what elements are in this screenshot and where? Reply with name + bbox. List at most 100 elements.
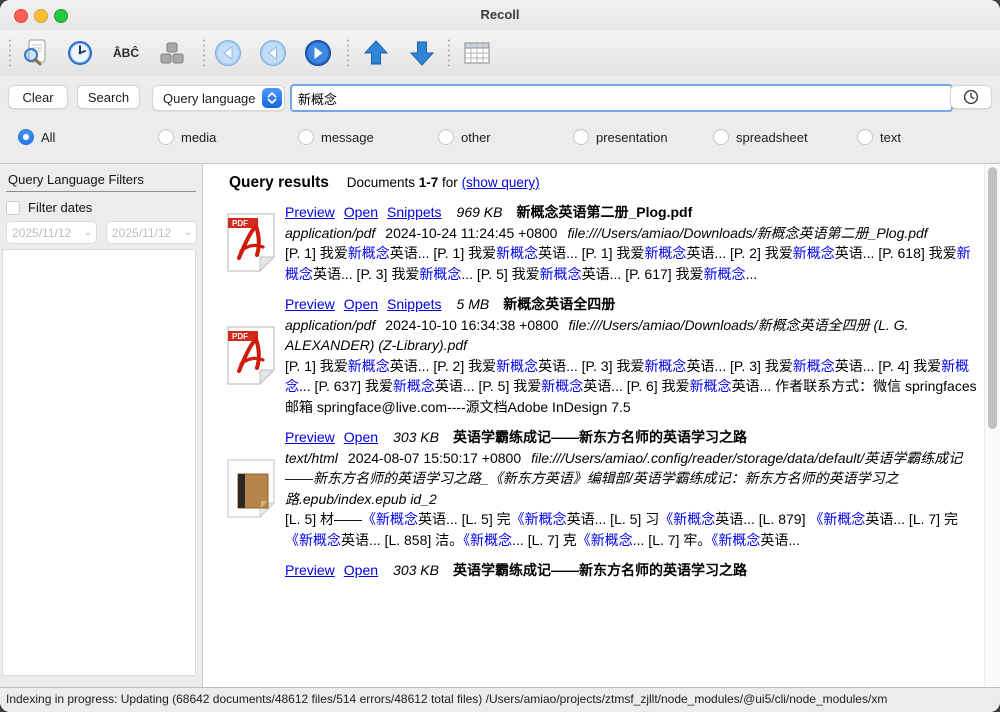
query-mode-select[interactable]: Query language bbox=[152, 85, 285, 111]
updown-chevron-icon bbox=[262, 88, 282, 108]
results-header: Query results Documents 1-7 for (show qu… bbox=[229, 174, 985, 192]
file-url: file:///Users/amiao/Downloads/新概念英语全四册 (… bbox=[285, 317, 909, 354]
filter-other-radio[interactable]: other bbox=[438, 129, 491, 145]
radio-icon bbox=[573, 129, 589, 145]
results-scrollbar[interactable] bbox=[984, 164, 1000, 688]
mimetype: application/pdf bbox=[285, 225, 375, 241]
file-size: 969 KB bbox=[457, 204, 503, 220]
next-page-icon bbox=[303, 38, 333, 68]
file-url: file:///Users/amiao/Downloads/新概念英语第二册_P… bbox=[567, 225, 927, 241]
snippets-link[interactable]: Snippets bbox=[387, 204, 441, 220]
table-view-button[interactable] bbox=[460, 36, 494, 70]
result-item: Preview Open 303 KB 英语学霸练成记——新东方名师的英语学习之路 t… bbox=[219, 427, 985, 550]
result-snippet: [L. 5] 材——《新概念英语... [L. 5] 完《新概念英语... [L… bbox=[285, 509, 979, 550]
radio-icon bbox=[438, 129, 454, 145]
main-body: Query Language Filters Filter dates 2025… bbox=[0, 163, 1000, 688]
search-history-button[interactable] bbox=[950, 85, 992, 109]
directory-tree[interactable] bbox=[2, 249, 196, 676]
filter-dates-checkbox[interactable]: Filter dates bbox=[6, 200, 202, 215]
filter-presentation-radio[interactable]: presentation bbox=[573, 129, 668, 145]
results-range: 1-7 bbox=[419, 175, 439, 190]
result-title-line: PreviewOpenSnippets969 KB新概念英语第二册_Plog.p… bbox=[285, 202, 979, 223]
filter-media-radio[interactable]: media bbox=[158, 129, 216, 145]
scrollbar-thumb[interactable] bbox=[988, 167, 997, 429]
toolbar-handle bbox=[9, 38, 11, 68]
mimetype: text/html bbox=[285, 450, 338, 466]
checkbox-icon bbox=[6, 201, 20, 215]
stacked-cubes-icon bbox=[158, 39, 186, 67]
file-size: 303 KB bbox=[393, 429, 439, 445]
arrow-down-icon bbox=[407, 38, 437, 68]
chevron-down-icon: ⌄ bbox=[80, 227, 96, 238]
sort-by-dates-button[interactable] bbox=[63, 36, 97, 70]
pdf-file-icon: PDF bbox=[219, 325, 285, 387]
preview-link[interactable]: Preview bbox=[285, 204, 335, 220]
results-pane: Query results Documents 1-7 for (show qu… bbox=[203, 164, 1000, 688]
svg-text:PDF: PDF bbox=[232, 332, 248, 341]
window-title: Recoll bbox=[0, 0, 1000, 30]
search-input[interactable] bbox=[290, 84, 953, 112]
radio-selected-icon bbox=[18, 129, 34, 145]
result-item: Preview Open 303 KB 英语学霸练成记——新东方名师的英语学习之路 bbox=[219, 560, 985, 581]
filters-sidebar: Query Language Filters Filter dates 2025… bbox=[0, 164, 203, 688]
next-result-button[interactable] bbox=[405, 36, 439, 70]
category-filter-row: All media message other presentation spr… bbox=[0, 116, 1000, 163]
filter-all-radio[interactable]: All bbox=[18, 129, 55, 145]
advanced-search-icon bbox=[20, 38, 50, 68]
toolbar: ÂBĈ bbox=[0, 30, 1000, 77]
search-button[interactable]: Search bbox=[77, 85, 140, 109]
sort-parameters-button[interactable] bbox=[155, 36, 189, 70]
first-page-button[interactable] bbox=[211, 36, 245, 70]
file-size: 303 KB bbox=[393, 562, 439, 578]
previous-page-button[interactable] bbox=[256, 36, 290, 70]
document-title: 英语学霸练成记——新东方名师的英语学习之路 bbox=[453, 429, 747, 445]
title-bar: Recoll bbox=[0, 0, 1000, 30]
term-explorer-button[interactable]: ÂBĈ bbox=[109, 36, 143, 70]
open-link[interactable]: Open bbox=[344, 204, 378, 220]
advanced-search-button[interactable] bbox=[18, 36, 52, 70]
divider bbox=[6, 191, 196, 192]
toolbar-separator bbox=[203, 38, 205, 68]
search-row: Clear Search Query language bbox=[0, 76, 1000, 116]
open-link[interactable]: Open bbox=[344, 562, 378, 578]
previous-result-button[interactable] bbox=[359, 36, 393, 70]
pdf-file-icon: PDF bbox=[219, 212, 285, 274]
term-explorer-icon: ÂBĈ bbox=[113, 46, 139, 60]
mimetype: application/pdf bbox=[285, 317, 375, 333]
result-snippet: [P. 1] 我爱新概念英语... [P. 1] 我爱新概念英语... [P. … bbox=[285, 243, 979, 284]
result-title-line: PreviewOpenSnippets5 MB新概念英语全四册 bbox=[285, 294, 979, 315]
filter-message-radio[interactable]: message bbox=[298, 129, 374, 145]
toolbar-separator bbox=[448, 38, 450, 68]
recoll-window: Recoll ÂBĈ bbox=[0, 0, 1000, 712]
next-page-button[interactable] bbox=[301, 36, 335, 70]
result-snippet: [P. 1] 我爱新概念英语... [P. 2] 我爱新概念英语... [P. … bbox=[285, 356, 979, 418]
document-title: 英语学霸练成记——新东方名师的英语学习之路 bbox=[453, 562, 747, 578]
open-link[interactable]: Open bbox=[344, 296, 378, 312]
radio-icon bbox=[158, 129, 174, 145]
radio-icon bbox=[713, 129, 729, 145]
preview-link[interactable]: Preview bbox=[285, 429, 335, 445]
date-from-select[interactable]: 2025/11/12 ⌄ bbox=[6, 221, 97, 244]
open-link[interactable]: Open bbox=[344, 429, 378, 445]
radio-icon bbox=[298, 129, 314, 145]
svg-text:PDF: PDF bbox=[232, 219, 248, 228]
clear-button[interactable]: Clear bbox=[8, 85, 68, 109]
result-meta: application/pdf2024-10-24 11:24:45 +0800… bbox=[285, 223, 979, 244]
radio-icon bbox=[857, 129, 873, 145]
chevron-down-icon: ⌄ bbox=[180, 227, 196, 238]
first-page-icon bbox=[213, 38, 243, 68]
filter-spreadsheet-radio[interactable]: spreadsheet bbox=[713, 129, 808, 145]
date-to-select[interactable]: 2025/11/12 ⌄ bbox=[106, 221, 197, 244]
filter-text-radio[interactable]: text bbox=[857, 129, 901, 145]
preview-link[interactable]: Preview bbox=[285, 562, 335, 578]
preview-link[interactable]: Preview bbox=[285, 296, 335, 312]
clock-icon bbox=[66, 39, 94, 67]
arrow-up-icon bbox=[361, 38, 391, 68]
sidebar-title: Query Language Filters bbox=[0, 164, 202, 187]
table-view-icon bbox=[462, 40, 492, 66]
result-title-line: Preview Open 303 KB 英语学霸练成记——新东方名师的英语学习之路 bbox=[285, 427, 979, 448]
result-meta: text/html2024-08-07 15:50:17 +0800file:/… bbox=[285, 448, 979, 510]
snippets-link[interactable]: Snippets bbox=[387, 296, 441, 312]
show-query-link[interactable]: (show query) bbox=[462, 175, 540, 190]
file-size: 5 MB bbox=[457, 296, 490, 312]
